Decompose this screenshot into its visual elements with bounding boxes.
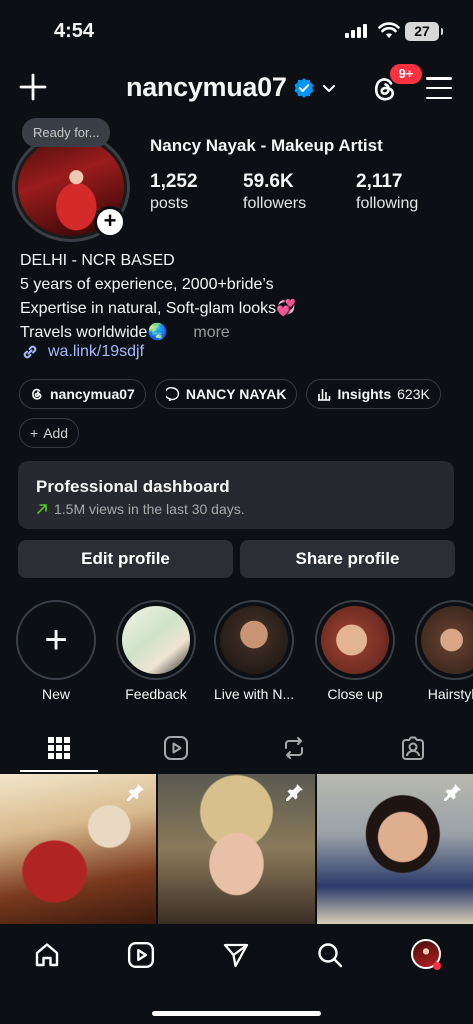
signal-icon — [345, 24, 367, 38]
content-tabs — [0, 724, 473, 772]
highlight-cover — [220, 606, 288, 674]
highlight-cover — [321, 606, 389, 674]
tab-posts[interactable] — [11, 724, 107, 772]
highlight-cover — [421, 606, 473, 674]
create-button[interactable] — [18, 72, 48, 102]
story-highlights: + New Feedback Live with N... Close up H… — [14, 600, 473, 704]
bio: DELHI - NCR BASED 5 years of experience,… — [20, 252, 297, 341]
tab-reposts[interactable] — [246, 724, 342, 772]
plus-icon: + — [16, 600, 96, 680]
messenger-icon — [165, 387, 179, 401]
notification-badge: 9+ — [390, 64, 422, 84]
posts-stat[interactable]: 1,252 posts — [150, 171, 243, 213]
trend-up-icon — [37, 504, 47, 514]
add-story-button[interactable]: + — [94, 206, 126, 238]
menu-icon[interactable] — [426, 77, 452, 99]
pin-icon — [127, 784, 145, 801]
following-stat[interactable]: 2,117 following — [356, 171, 418, 213]
wifi-icon — [378, 22, 400, 45]
threads-chip[interactable]: nancymua07 — [19, 379, 146, 409]
nav-reels[interactable] — [124, 938, 158, 972]
facebook-chip[interactable]: NANCY NAYAK — [154, 379, 298, 409]
profile-stats: 1,252 posts 59.6K followers 2,117 follow… — [150, 171, 418, 213]
post-thumbnail[interactable] — [0, 774, 157, 924]
highlight-new[interactable]: + New — [16, 600, 96, 702]
add-chip[interactable]: + Add — [19, 418, 80, 448]
reels-icon — [164, 736, 188, 760]
tab-tagged[interactable] — [365, 724, 461, 772]
full-name: Nancy Nayak - Makeup Artist — [150, 136, 383, 155]
reels-icon — [127, 941, 155, 969]
highlight-close-up[interactable]: Close up — [315, 600, 395, 702]
followers-stat[interactable]: 59.6K followers — [243, 171, 356, 213]
grid-icon — [48, 737, 70, 759]
posts-grid — [0, 774, 473, 924]
username: nancymua07 — [126, 72, 287, 102]
profile-chips: nancymua07 NANCY NAYAK Insights 623K — [19, 379, 441, 409]
professional-dashboard[interactable]: Professional dashboard 1.5M views in the… — [18, 461, 454, 529]
status-bar: 4:54 27 — [0, 0, 473, 62]
pin-icon — [443, 784, 461, 801]
search-icon — [318, 943, 343, 968]
plus-icon — [19, 73, 47, 101]
post-thumbnail[interactable] — [316, 774, 473, 924]
highlight-feedback[interactable]: Feedback — [116, 600, 196, 702]
account-switcher[interactable]: nancymua07 — [126, 72, 337, 103]
link-icon — [23, 345, 37, 359]
pin-icon — [285, 784, 303, 801]
post-thumbnail[interactable] — [158, 774, 315, 924]
highlight-cover — [122, 606, 190, 674]
send-icon — [223, 943, 249, 968]
note-bubble[interactable]: Ready for... — [22, 118, 111, 147]
highlight-live[interactable]: Live with N... — [214, 600, 294, 702]
bio-more-button[interactable]: more — [193, 324, 229, 341]
chevron-down-icon — [322, 84, 335, 92]
profile-actions: Edit profile Share profile — [18, 540, 455, 578]
active-tab-indicator — [20, 770, 98, 772]
bio-link[interactable]: wa.link/19sdjf — [20, 342, 144, 362]
nav-home[interactable] — [30, 938, 64, 972]
profile-header: nancymua07 9+ — [0, 64, 473, 112]
tagged-icon — [402, 736, 424, 760]
verified-icon — [294, 77, 314, 98]
nav-search[interactable] — [313, 938, 347, 972]
battery-icon: 27 — [405, 22, 443, 41]
tab-reels[interactable] — [128, 724, 224, 772]
plus-icon: + — [30, 425, 39, 441]
bottom-navigation — [0, 924, 473, 1024]
reposts-icon — [285, 737, 303, 759]
insights-chip[interactable]: Insights 623K — [306, 379, 441, 409]
insights-icon — [318, 389, 331, 401]
status-time: 4:54 — [54, 20, 95, 42]
nav-messages[interactable] — [219, 938, 253, 972]
home-indicator — [152, 1011, 321, 1016]
share-profile-button[interactable]: Share profile — [240, 540, 455, 578]
edit-profile-button[interactable]: Edit profile — [18, 540, 233, 578]
highlight-hairstyle[interactable]: Hairstyle — [415, 600, 473, 702]
threads-icon — [32, 388, 42, 400]
notification-dot — [433, 962, 441, 970]
home-icon — [35, 943, 59, 967]
